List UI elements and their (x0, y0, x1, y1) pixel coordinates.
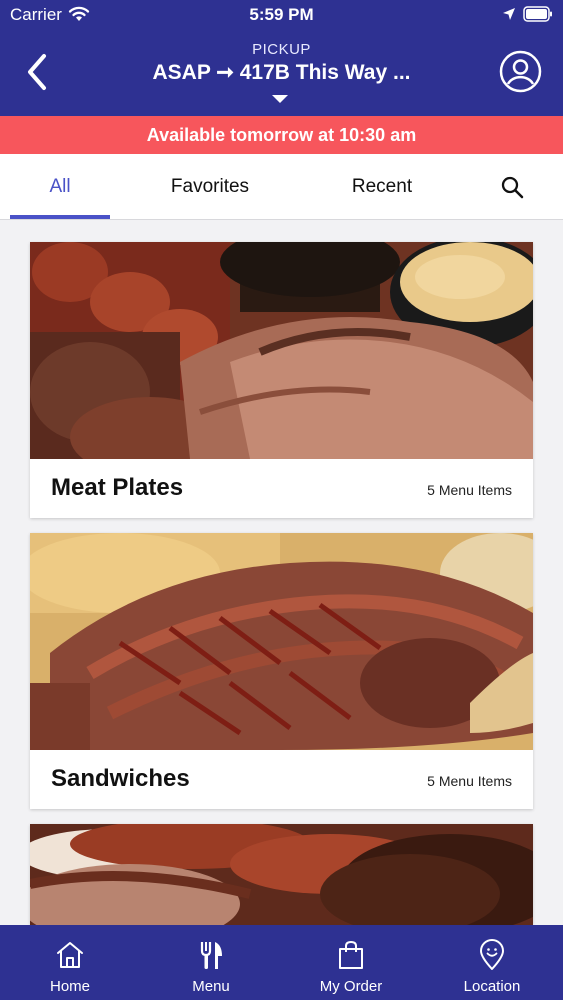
category-card-partial[interactable] (30, 824, 533, 925)
bottom-tab-bar: Home Menu My Order Location (0, 925, 563, 1000)
app-header: Carrier 5:59 PM PICKUP ASAP ➞ 417B This … (0, 0, 563, 116)
search-icon[interactable] (500, 175, 524, 199)
shopping-bag-icon (339, 940, 363, 969)
order-mode-label: PICKUP (252, 41, 311, 58)
location-arrow-icon (503, 8, 515, 20)
tab-favorites[interactable]: Favorites (150, 154, 270, 220)
nav-my-order[interactable]: My Order (295, 925, 407, 1000)
nav-menu[interactable]: Menu (155, 925, 267, 1000)
active-tab-indicator (10, 215, 110, 219)
availability-banner: Available tomorrow at 10:30 am (0, 116, 563, 154)
category-item-count: 5 Menu Items (427, 482, 512, 498)
battery-icon (523, 6, 552, 22)
tab-recent[interactable]: Recent (322, 154, 442, 220)
status-bar: Carrier 5:59 PM (0, 0, 563, 30)
menu-tabs: All Favorites Recent (0, 154, 563, 220)
nav-menu-label: Menu (192, 978, 230, 995)
nav-my-order-label: My Order (319, 978, 383, 995)
nav-location[interactable]: Location (436, 925, 548, 1000)
location-pin-icon (480, 939, 504, 970)
status-time: 5:59 PM (249, 5, 314, 24)
tab-all[interactable]: All (10, 154, 110, 220)
category-item-count: 5 Menu Items (427, 773, 512, 789)
back-chevron-icon[interactable] (22, 52, 54, 92)
nav-location-label: Location (463, 978, 521, 995)
category-photo (30, 824, 533, 925)
meat-plates-photo (30, 242, 533, 459)
sandwiches-photo (30, 533, 533, 750)
account-icon[interactable] (499, 50, 542, 93)
category-card-sandwiches[interactable]: Sandwiches 5 Menu Items (30, 533, 533, 809)
category-title: Meat Plates (51, 474, 184, 501)
pickup-destination[interactable]: ASAP ➞ 417B This Way ... (120, 60, 443, 85)
caret-down-icon[interactable] (271, 94, 289, 104)
category-title: Sandwiches (51, 765, 190, 792)
nav-home[interactable]: Home (14, 925, 126, 1000)
nav-home-label: Home (49, 978, 90, 995)
home-icon (57, 942, 83, 968)
category-card-meat-plates[interactable]: Meat Plates 5 Menu Items (30, 242, 533, 518)
fork-knife-icon (200, 942, 222, 969)
